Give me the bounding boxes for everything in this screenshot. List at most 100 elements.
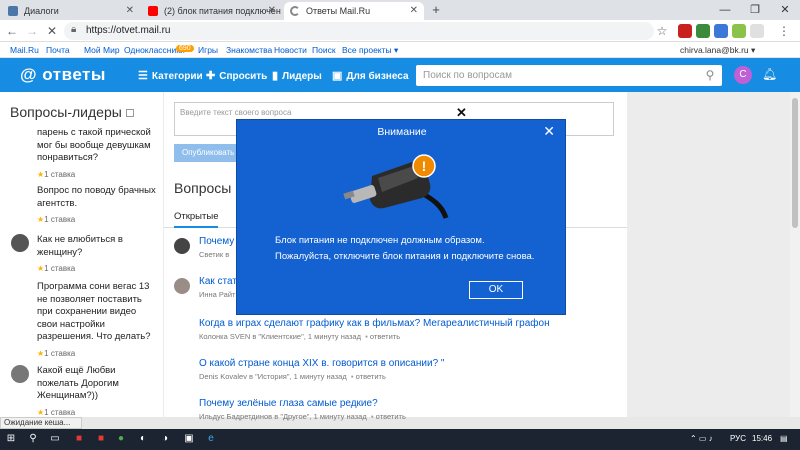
- tab-label: Ответы Mail.Ru: [306, 6, 371, 16]
- bookmark-star-icon[interactable]: ☆: [654, 23, 670, 39]
- tab-dialogs[interactable]: Диалоги ✕: [2, 2, 140, 20]
- clock[interactable]: 15:46: [752, 434, 772, 443]
- windows-start-icon[interactable]: ⊞: [4, 432, 18, 446]
- scrollbar-thumb[interactable]: [792, 98, 798, 228]
- search-icon[interactable]: ⚲: [698, 65, 722, 86]
- notifications-icon[interactable]: ▤: [780, 434, 788, 443]
- plus-icon: ✚: [206, 70, 216, 82]
- question-text: Программа сони вегас 13 не позволяет пос…: [37, 281, 151, 342]
- tab-label: (2) блок питания подключен и...: [164, 6, 282, 16]
- meta-text: Ильдус Бадретдинов в "Другое", 1 минуту …: [199, 412, 367, 421]
- app-icon[interactable]: ■: [72, 432, 86, 446]
- nav-business[interactable]: ▣ Для бизнеса: [332, 69, 409, 82]
- language-indicator[interactable]: РУС: [730, 434, 746, 443]
- menu-dots-icon[interactable]: ⋮: [776, 23, 792, 39]
- browser-tab-strip: Диалоги ✕ (2) блок питания подключен и..…: [0, 0, 800, 20]
- lock-icon: 🔒︎: [71, 24, 77, 35]
- new-tab-button[interactable]: +: [428, 2, 444, 18]
- tab-youtube[interactable]: (2) блок питания подключен и... ✕: [142, 2, 282, 20]
- stake-text: 1 ставка: [44, 169, 76, 179]
- avatar[interactable]: [11, 234, 29, 252]
- tab-close-icon[interactable]: ✕: [410, 2, 418, 20]
- app-icon[interactable]: ■: [94, 432, 108, 446]
- table-row[interactable]: О какой стране конца XIX в. говорится в …: [199, 358, 619, 381]
- list-item[interactable]: Как не влюбиться в женщину? ★1 ставка: [37, 234, 157, 276]
- tab-label: Диалоги: [24, 6, 59, 16]
- app-icon[interactable]: ◐: [136, 432, 150, 446]
- nav-ask[interactable]: ✚ Спросить: [206, 69, 267, 82]
- question-title[interactable]: Когда в играх сделают графику как в филь…: [199, 318, 619, 329]
- portal-link[interactable]: Mail.Ru: [10, 45, 39, 55]
- avatar[interactable]: C: [734, 66, 752, 84]
- dialog-line: Блок питания не подключен должным образо…: [275, 235, 485, 246]
- list-item[interactable]: парень с такой прической мог бы вообще д…: [37, 127, 157, 181]
- stop-icon[interactable]: ✕: [44, 23, 60, 39]
- leaders-sidebar: Вопросы-лидеры парень с такой прической …: [0, 92, 163, 417]
- vk-favicon-icon: [8, 6, 18, 16]
- app-icon[interactable]: ▣: [182, 432, 196, 446]
- portal-link[interactable]: Почта: [46, 45, 70, 55]
- app-icon[interactable]: ◑: [158, 432, 172, 446]
- portal-link[interactable]: Мой Мир: [84, 45, 120, 55]
- question-meta: Denis Kovalev в "История", 1 минуту наза…: [199, 372, 619, 381]
- portal-link[interactable]: Поиск: [312, 45, 336, 55]
- window-close-icon[interactable]: ✕: [770, 0, 800, 20]
- list-item[interactable]: Вопрос по поводу брачных агентств. ★1 ст…: [37, 185, 157, 227]
- avatar[interactable]: [174, 238, 190, 254]
- table-row[interactable]: Когда в играх сделают графику как в филь…: [199, 318, 619, 341]
- dialog-close-icon[interactable]: ✕: [543, 123, 555, 140]
- tab-otvet[interactable]: Ответы Mail.Ru ✕: [284, 2, 424, 20]
- portal-link[interactable]: Все проекты ▾: [342, 45, 398, 56]
- minimize-icon[interactable]: —: [710, 0, 740, 20]
- answer-link[interactable]: ответить: [376, 412, 406, 421]
- address-toolbar: ← → ✕ 🔒︎ https://otvet.mail.ru ☆ ⋮: [0, 20, 800, 42]
- extension-icon[interactable]: [732, 24, 746, 38]
- search-icon[interactable]: ⚲: [26, 432, 40, 446]
- otvet-logo[interactable]: @ ответы: [20, 65, 106, 85]
- avatar[interactable]: [11, 365, 29, 383]
- tab-close-icon[interactable]: ✕: [268, 2, 276, 20]
- reply-icon: ▪: [370, 412, 374, 421]
- question-title[interactable]: О какой стране конца XIX в. говорится в …: [199, 358, 619, 369]
- portal-link[interactable]: Новости: [274, 45, 307, 55]
- browser-status-bar: Ожидание кеша...: [0, 417, 82, 429]
- back-icon[interactable]: ←: [4, 23, 20, 39]
- list-item[interactable]: Программа сони вегас 13 не позволяет пос…: [37, 281, 157, 360]
- warning-dialog: Внимание ✕ ! Блок питания не подключен д…: [236, 119, 566, 315]
- stake-text: 1 ставка: [44, 348, 76, 358]
- extension-icon[interactable]: [678, 24, 692, 38]
- stake: ★1 ставка: [37, 214, 157, 227]
- chrome-icon[interactable]: ●: [114, 432, 128, 446]
- task-view-icon[interactable]: ▭: [48, 432, 62, 446]
- tray-icons[interactable]: ⌃ ▭ ♪: [690, 434, 713, 443]
- answer-link[interactable]: ответить: [370, 332, 400, 341]
- bell-icon[interactable]: 🔔︎: [762, 67, 777, 81]
- maximize-icon[interactable]: ❐: [740, 0, 770, 20]
- ok-button[interactable]: OK: [469, 281, 523, 299]
- avatar[interactable]: [174, 278, 190, 294]
- table-row[interactable]: Почему зелёные глаза самые редкие? Ильду…: [199, 398, 619, 421]
- portal-link[interactable]: Знакомства: [226, 45, 272, 55]
- edge-icon[interactable]: e: [204, 432, 218, 446]
- portal-link[interactable]: Игры: [198, 45, 218, 55]
- extension-icon[interactable]: [696, 24, 710, 38]
- user-email[interactable]: chirva.lana@bk.ru ▾: [680, 45, 755, 56]
- nav-label: Категории: [151, 71, 203, 82]
- tab-close-icon[interactable]: ✕: [126, 2, 134, 20]
- nav-categories[interactable]: ☰ Категории: [138, 69, 203, 82]
- info-icon[interactable]: [125, 109, 134, 117]
- list-item[interactable]: Какой ещё Любви пожелать Дорогим Женщина…: [37, 365, 157, 419]
- briefcase-icon: ▣: [332, 70, 343, 82]
- extension-icon[interactable]: [714, 24, 728, 38]
- search-input[interactable]: Поиск по вопросам ⚲: [416, 65, 722, 86]
- answer-link[interactable]: ответить: [356, 372, 386, 381]
- publish-button[interactable]: Опубликовать: [174, 144, 244, 162]
- extension-icon[interactable]: [750, 24, 764, 38]
- omnibox[interactable]: 🔒︎ https://otvet.mail.ru: [64, 22, 654, 40]
- forward-icon[interactable]: →: [24, 23, 40, 39]
- scrollbar[interactable]: [790, 92, 800, 417]
- question-title[interactable]: Почему зелёные глаза самые редкие?: [199, 398, 619, 409]
- nav-leaders[interactable]: ▮ Лидеры: [272, 69, 322, 82]
- categories-icon: ☰: [138, 70, 148, 82]
- tab-open[interactable]: Открытые: [174, 211, 219, 228]
